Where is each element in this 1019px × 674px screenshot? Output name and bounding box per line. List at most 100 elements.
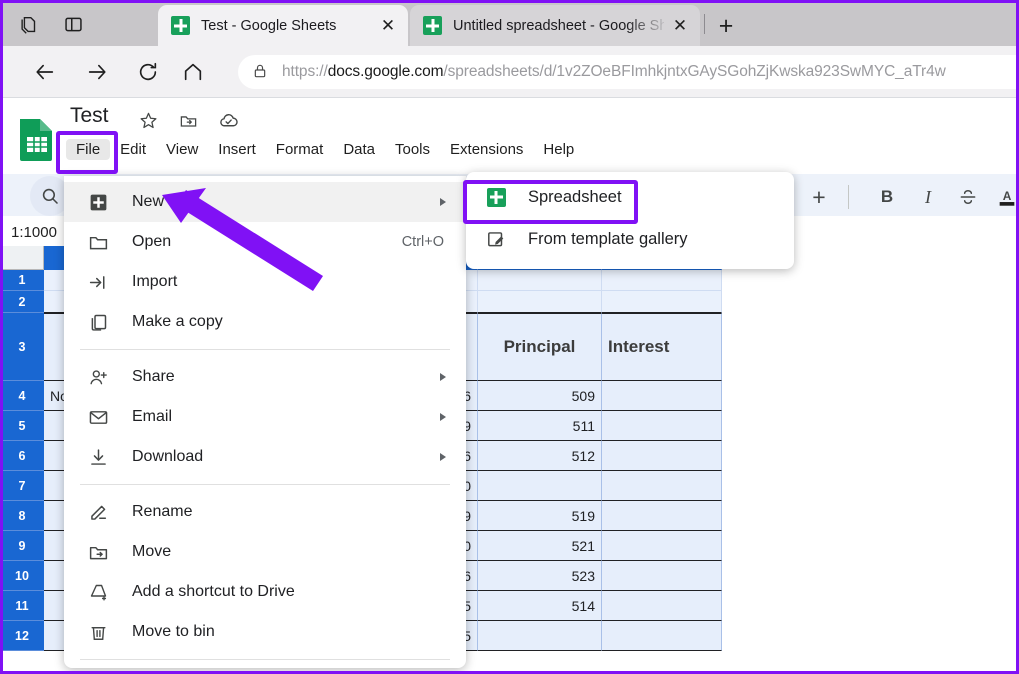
- cell-H6[interactable]: [602, 441, 722, 471]
- menu-separator: [80, 484, 450, 485]
- menu-file[interactable]: File: [66, 138, 111, 160]
- menu-item-new[interactable]: New: [64, 182, 466, 222]
- italic-icon[interactable]: I: [915, 184, 941, 210]
- browser-tab-0[interactable]: Test - Google Sheets ✕: [158, 5, 408, 46]
- menu-item-label: Open: [132, 233, 172, 250]
- menu-item-email[interactable]: Email: [64, 397, 466, 437]
- menu-help[interactable]: Help: [533, 139, 584, 160]
- address-bar[interactable]: https://docs.google.com/spreadsheets/d/1…: [238, 55, 1019, 89]
- cell-H8[interactable]: [602, 501, 722, 531]
- row-header-8[interactable]: 8: [0, 501, 44, 531]
- envelope-icon: [86, 405, 110, 429]
- chevron-right-icon: [440, 453, 446, 461]
- insert-plus-icon[interactable]: +: [806, 184, 832, 210]
- reload-button[interactable]: [130, 54, 166, 90]
- lock-icon: [252, 63, 270, 81]
- url-path: /spreadsheets/d/1v2ZOeBFImhkjntxGAySGohZ…: [443, 63, 946, 80]
- cell-G10[interactable]: 523: [478, 561, 602, 591]
- cell-H4[interactable]: [602, 381, 722, 411]
- cell-H9[interactable]: [602, 531, 722, 561]
- menu-view[interactable]: View: [156, 139, 208, 160]
- row-header-5[interactable]: 5: [0, 411, 44, 441]
- name-box[interactable]: 1:1000: [0, 218, 68, 246]
- menu-item-label: Add a shortcut to Drive: [132, 583, 295, 600]
- menu-extensions[interactable]: Extensions: [440, 139, 533, 160]
- menu-item-label: Import: [132, 273, 178, 290]
- document-title[interactable]: Test: [70, 104, 109, 128]
- text-color-icon[interactable]: A: [994, 184, 1019, 210]
- menu-item-rename[interactable]: Rename: [64, 492, 466, 532]
- menu-item-label: Download: [132, 448, 204, 465]
- cloud-saved-icon[interactable]: [217, 109, 239, 131]
- cell-H11[interactable]: [602, 591, 722, 621]
- cell-G3[interactable]: Principal: [478, 313, 602, 381]
- cell-G9[interactable]: 521: [478, 531, 602, 561]
- menu-item-add-shortcut-to-drive[interactable]: Add a shortcut to Drive: [64, 572, 466, 612]
- menu-data[interactable]: Data: [333, 139, 385, 160]
- menu-item-import[interactable]: Import: [64, 262, 466, 302]
- menu-edit[interactable]: Edit: [110, 139, 156, 160]
- star-icon[interactable]: [137, 109, 159, 131]
- strikethrough-icon[interactable]: [955, 184, 981, 210]
- menu-item-share[interactable]: Share: [64, 357, 466, 397]
- row-header-1[interactable]: 1: [0, 270, 44, 291]
- cell-G1[interactable]: [478, 270, 602, 291]
- browser-tab-strip: Test - Google Sheets ✕ Untitled spreadsh…: [0, 0, 1019, 46]
- cell-G2[interactable]: [478, 291, 602, 313]
- cell-G7[interactable]: [478, 471, 602, 501]
- menu-insert[interactable]: Insert: [208, 139, 266, 160]
- menu-tools[interactable]: Tools: [385, 139, 440, 160]
- home-button[interactable]: [175, 54, 211, 90]
- menu-item-label: New: [132, 193, 165, 210]
- cell-H10[interactable]: [602, 561, 722, 591]
- row-header-9[interactable]: 9: [0, 531, 44, 561]
- menu-item-open[interactable]: Open Ctrl+O: [64, 222, 466, 262]
- tab-search-stack-icon[interactable]: [16, 12, 42, 38]
- browser-tab-1[interactable]: Untitled spreadsheet - Google Sh ✕: [410, 5, 700, 46]
- cell-G11[interactable]: 514: [478, 591, 602, 621]
- chevron-right-icon: [440, 198, 446, 206]
- back-button[interactable]: [27, 54, 63, 90]
- cell-H5[interactable]: [602, 411, 722, 441]
- menu-item-make-a-copy[interactable]: Make a copy: [64, 302, 466, 342]
- bold-icon[interactable]: B: [874, 184, 900, 210]
- cell-G12[interactable]: [478, 621, 602, 651]
- sidebar-toggle-icon[interactable]: [60, 12, 86, 38]
- cell-H2[interactable]: [602, 291, 722, 313]
- row-header-12[interactable]: 12: [0, 621, 44, 651]
- row-header-10[interactable]: 10: [0, 561, 44, 591]
- row-header-3[interactable]: 3: [0, 313, 44, 381]
- menu-item-download[interactable]: Download: [64, 437, 466, 477]
- cell-G6[interactable]: 512: [478, 441, 602, 471]
- move-to-folder-icon[interactable]: [177, 109, 199, 131]
- row-header-11[interactable]: 11: [0, 591, 44, 621]
- cell-H1[interactable]: [602, 270, 722, 291]
- file-menu-dropdown: New Open Ctrl+O Import Make a copy Share…: [64, 176, 466, 668]
- trash-icon: [86, 620, 110, 644]
- menu-item-label: Move: [132, 543, 172, 560]
- cell-H7[interactable]: [602, 471, 722, 501]
- cell-H12[interactable]: [602, 621, 722, 651]
- tab-close-icon[interactable]: ✕: [668, 14, 692, 38]
- forward-button[interactable]: [79, 54, 115, 90]
- tab-close-icon[interactable]: ✕: [376, 14, 400, 38]
- row-header-7[interactable]: 7: [0, 471, 44, 501]
- submenu-item-from-template-gallery[interactable]: From template gallery: [466, 218, 794, 260]
- menu-format[interactable]: Format: [266, 139, 334, 160]
- menu-item-move-to-bin[interactable]: Move to bin: [64, 612, 466, 652]
- cell-H3[interactable]: Interest: [602, 313, 722, 381]
- cell-G8[interactable]: 519: [478, 501, 602, 531]
- row-header-2[interactable]: 2: [0, 291, 44, 313]
- submenu-item-spreadsheet[interactable]: Spreadsheet: [466, 176, 794, 218]
- sheets-menu-bar: File Edit View Insert Format Data Tools …: [66, 137, 584, 161]
- cell-G5[interactable]: 511: [478, 411, 602, 441]
- select-all-corner[interactable]: [0, 246, 44, 270]
- tab-divider: [704, 14, 705, 34]
- menu-item-move[interactable]: Move: [64, 532, 466, 572]
- cell-G4[interactable]: 509: [478, 381, 602, 411]
- chevron-right-icon: [440, 413, 446, 421]
- new-tab-button[interactable]: +: [712, 12, 740, 40]
- row-header-6[interactable]: 6: [0, 441, 44, 471]
- row-header-4[interactable]: 4: [0, 381, 44, 411]
- menu-item-label: Share: [132, 368, 175, 385]
